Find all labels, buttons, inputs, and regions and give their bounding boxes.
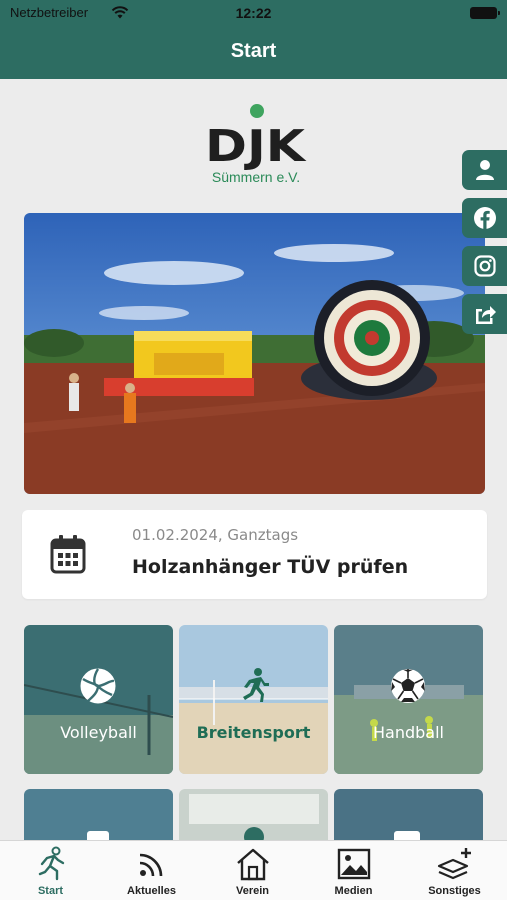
- tile-row2-3[interactable]: [334, 789, 483, 840]
- page-title: Start: [230, 40, 277, 62]
- runner-icon: [243, 668, 269, 702]
- tile-row2-1[interactable]: [24, 789, 173, 840]
- tile-label: Breitensport: [196, 723, 311, 742]
- tab-label: Aktuelles: [127, 885, 176, 897]
- tile-row2-2-bg: [179, 789, 328, 840]
- tab-sonstiges[interactable]: Sonstiges: [404, 841, 505, 900]
- facebook-button[interactable]: [462, 198, 507, 238]
- tile-row2-1-bg: [24, 789, 173, 840]
- tile-breitensport[interactable]: Breitensport: [179, 625, 328, 774]
- tile-row2-2[interactable]: [179, 789, 328, 840]
- status-bar: Netzbetreiber 12:22: [0, 0, 507, 26]
- tab-label: Verein: [235, 885, 270, 897]
- soccer-ball-icon: [391, 669, 425, 703]
- tab-aktuelles[interactable]: Aktuelles: [101, 841, 202, 900]
- tab-bar: Start Aktuelles Verein Medien Sonstiges: [0, 840, 507, 900]
- tile-label: Handball: [373, 723, 444, 742]
- facebook-icon: [473, 207, 496, 229]
- tab-label: Start: [37, 885, 64, 897]
- tile-label: Volleyball: [60, 723, 137, 742]
- share-button[interactable]: [462, 294, 507, 334]
- tile-handball[interactable]: Handball: [334, 625, 483, 774]
- runner-icon: [38, 846, 65, 881]
- tile-row2-3-bg: [334, 789, 483, 840]
- calendar-icon: [50, 535, 86, 574]
- event-date: 01.02.2024, Ganztags: [132, 526, 299, 544]
- tab-label: Medien: [334, 885, 373, 897]
- instagram-icon: [473, 255, 496, 277]
- tab-start[interactable]: Start: [0, 841, 101, 900]
- event-card[interactable]: 01.02.2024, Ganztags Holzanhänger TÜV pr…: [22, 510, 487, 599]
- club-name: Sümmern e.V.: [211, 169, 301, 185]
- feed-icon: [139, 853, 163, 877]
- volleyball-icon: [80, 668, 116, 704]
- event-title: Holzanhänger TÜV prüfen: [132, 556, 409, 578]
- tab-verein[interactable]: Verein: [202, 841, 303, 900]
- profile-button[interactable]: [462, 150, 507, 190]
- clock: 12:22: [235, 5, 272, 21]
- battery-icon: [470, 7, 500, 19]
- home-icon: [237, 848, 269, 881]
- tab-medien[interactable]: Medien: [303, 841, 404, 900]
- nav-bar: Start: [0, 26, 507, 79]
- instagram-button[interactable]: [462, 246, 507, 286]
- hero-photo: [24, 213, 485, 494]
- layers-plus-icon: [437, 848, 471, 880]
- home-content[interactable]: DJK Sümmern e.V. 01.02.2024, Ganztags Ho…: [0, 79, 507, 840]
- user-icon: [475, 160, 494, 180]
- tab-label: Sonstiges: [428, 885, 481, 897]
- share-icon: [475, 306, 496, 324]
- tile-volleyball[interactable]: Volleyball: [24, 625, 173, 774]
- image-icon: [337, 848, 371, 880]
- logo-text: DJK: [205, 121, 307, 172]
